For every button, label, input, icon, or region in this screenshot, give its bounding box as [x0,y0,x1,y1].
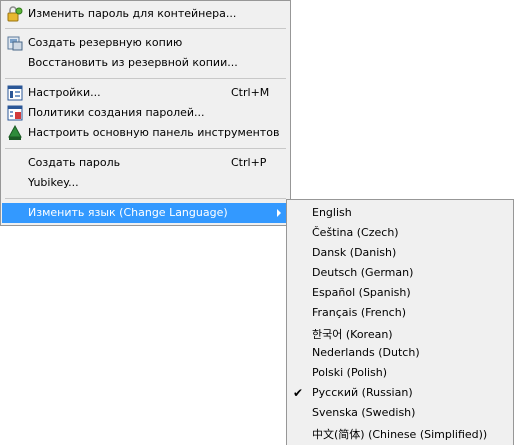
language-item[interactable]: Nederlands (Dutch) [288,343,512,363]
language-item[interactable]: Polski (Polish) [288,363,512,383]
backup-label: Создать резервную копию [28,36,183,49]
key-lock-icon [7,6,23,22]
language-item[interactable]: ✔ Русский (Russian) [288,383,512,403]
main-menu: Изменить пароль для контейнера... Создат… [0,0,291,226]
language-item-label: Español (Spanish) [312,286,411,299]
language-item[interactable]: Svenska (Swedish) [288,403,512,423]
menu-item-restore[interactable]: Восстановить из резервной копии... [2,53,289,73]
restore-label: Восстановить из резервной копии... [28,56,238,69]
menu-item-change-language[interactable]: Изменить язык (Change Language) [2,203,289,223]
generate-password-label: Создать пароль [28,156,121,169]
separator [5,78,286,79]
language-item[interactable]: 中文(简体) (Chinese (Simplified)) [288,423,512,443]
language-item-label: 中文(简体) (Chinese (Simplified)) [312,428,488,441]
customize-toolbar-label: Настроить основную панель инструментов [28,126,280,139]
language-item[interactable]: Français (French) [288,303,512,323]
menu-item-customize-toolbar[interactable]: Настроить основную панель инструментов [2,123,289,143]
separator [5,28,286,29]
language-item-label: Deutsch (German) [312,266,414,279]
separator [5,148,286,149]
language-item-label: Русский (Russian) [312,386,413,399]
language-item-label: 한국어 (Korean) [312,328,393,341]
settings-label: Настройки... [28,86,101,99]
language-item[interactable]: English [288,203,512,223]
backup-icon [7,35,23,51]
menu-item-generate-password[interactable]: Создать пароль Ctrl+P [2,153,289,173]
menu-item-backup[interactable]: Создать резервную копию [2,33,289,53]
language-submenu: English Čeština (Czech) Dansk (Danish) Deut… [286,199,514,445]
change-password-label: Изменить пароль для контейнера... [28,7,237,20]
separator [5,198,286,199]
language-item-label: Svenska (Swedish) [312,406,416,419]
menu-item-yubikey[interactable]: Yubikey... [2,173,289,193]
language-item[interactable]: Dansk (Danish) [288,243,512,263]
menu-item-change-password[interactable]: Изменить пароль для контейнера... [2,4,289,24]
submenu-arrow-icon [277,209,281,217]
toolbar-icon [7,124,23,141]
language-item-label: Dansk (Danish) [312,246,397,259]
language-item[interactable]: Čeština (Czech) [288,223,512,243]
settings-icon [7,85,23,101]
language-item-label: English [312,206,352,219]
settings-shortcut: Ctrl+M [231,86,270,99]
language-item[interactable]: 한국어 (Korean) [288,323,512,343]
checkmark-icon: ✔ [293,386,304,400]
menu-item-password-policies[interactable]: Политики создания паролей... [2,103,289,123]
password-policy-icon [7,105,23,121]
password-policies-label: Политики создания паролей... [28,106,205,119]
language-item-label: Français (French) [312,306,406,319]
language-item[interactable]: Español (Spanish) [288,283,512,303]
language-item[interactable]: Deutsch (German) [288,263,512,283]
language-item-label: Polski (Polish) [312,366,388,379]
language-item-label: Nederlands (Dutch) [312,346,420,359]
yubikey-label: Yubikey... [28,176,79,189]
language-item-label: Čeština (Czech) [312,226,399,239]
change-language-label: Изменить язык (Change Language) [28,206,228,219]
generate-password-shortcut: Ctrl+P [231,156,267,169]
menu-item-settings[interactable]: Настройки... Ctrl+M [2,83,289,103]
